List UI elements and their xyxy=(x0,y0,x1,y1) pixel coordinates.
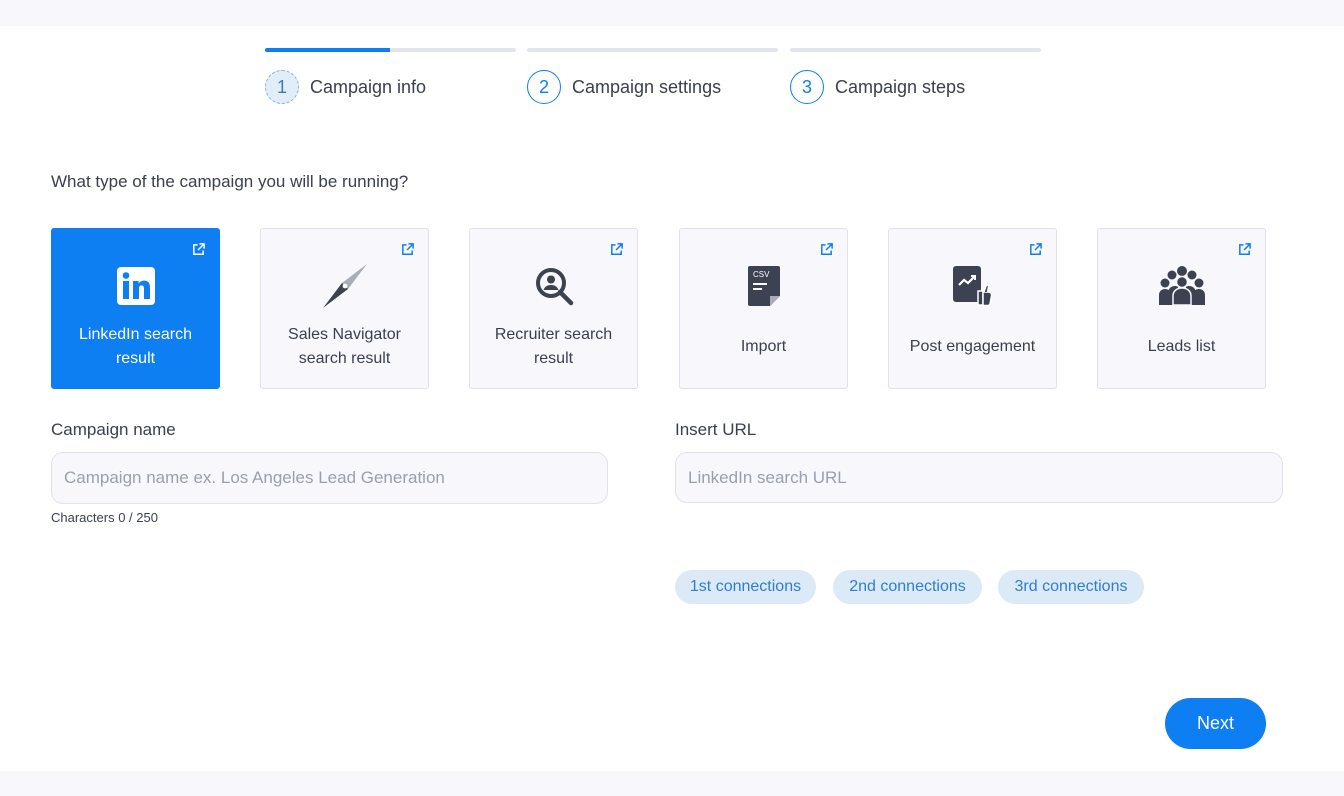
card-label: Import xyxy=(740,338,787,355)
linkedin-url-input[interactable] xyxy=(675,452,1283,503)
next-button[interactable]: Next xyxy=(1165,698,1266,749)
card-label: Leads list xyxy=(1147,338,1216,355)
campaign-name-input[interactable] xyxy=(51,452,608,504)
external-link-icon[interactable] xyxy=(609,242,624,257)
people-group-icon xyxy=(1158,263,1205,309)
csv-file-icon: CSV xyxy=(741,263,787,309)
card-import[interactable]: CSV Import xyxy=(679,228,848,389)
recruiter-search-icon xyxy=(531,263,577,309)
post-engagement-icon xyxy=(950,263,996,309)
card-label: Post engagement xyxy=(909,338,1036,355)
character-counter: Characters 0 / 250 xyxy=(51,510,158,525)
step-campaign-settings[interactable]: 2 Campaign settings xyxy=(527,48,778,104)
chip-2nd-connections[interactable]: 2nd connections xyxy=(833,570,982,604)
csv-text: CSV xyxy=(753,270,770,279)
compass-icon xyxy=(322,263,368,309)
step-campaign-info[interactable]: 1 Campaign info xyxy=(265,48,516,104)
step-label: Campaign info xyxy=(310,76,427,97)
card-label: Recruiter search result xyxy=(494,326,613,367)
card-recruiter-search[interactable]: Recruiter search result xyxy=(469,228,638,389)
step-campaign-steps[interactable]: 3 Campaign steps xyxy=(790,48,1041,104)
card-label: Sales Navigator search result xyxy=(288,326,401,367)
step-number: 3 xyxy=(790,70,824,104)
external-link-icon[interactable] xyxy=(819,242,834,257)
card-leads-list[interactable]: Leads list xyxy=(1097,228,1266,389)
step-progress-bar xyxy=(265,48,516,52)
step-number: 1 xyxy=(265,70,299,104)
external-link-icon[interactable] xyxy=(400,242,415,257)
external-link-icon[interactable] xyxy=(191,242,206,257)
step-progress-bar xyxy=(527,48,778,52)
step-label: Campaign steps xyxy=(835,76,966,97)
card-post-engagement[interactable]: Post engagement xyxy=(888,228,1057,389)
campaign-wizard-panel: 1 Campaign info 2 Campaign settings 3 Ca… xyxy=(0,26,1344,771)
campaign-name-label: Campaign name xyxy=(51,420,176,439)
linkedin-icon xyxy=(113,263,159,309)
bottom-band xyxy=(0,771,1344,796)
card-label: LinkedIn search result xyxy=(79,326,192,367)
chip-1st-connections[interactable]: 1st connections xyxy=(675,570,816,604)
step-progress-fill xyxy=(265,48,390,52)
step-label: Campaign settings xyxy=(572,76,722,97)
chip-3rd-connections[interactable]: 3rd connections xyxy=(998,570,1144,604)
campaign-type-question: What type of the campaign you will be ru… xyxy=(51,172,409,191)
external-link-icon[interactable] xyxy=(1028,242,1043,257)
card-linkedin-search[interactable]: LinkedIn search result xyxy=(51,228,220,389)
external-link-icon[interactable] xyxy=(1237,242,1252,257)
insert-url-label: Insert URL xyxy=(675,420,757,439)
step-number: 2 xyxy=(527,70,561,104)
top-band xyxy=(0,0,1344,26)
card-sales-navigator[interactable]: Sales Navigator search result xyxy=(260,228,429,389)
step-progress-bar xyxy=(790,48,1041,52)
